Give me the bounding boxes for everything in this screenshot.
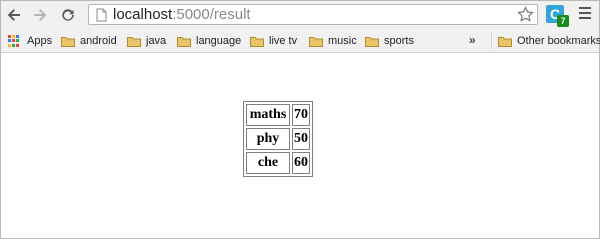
star-icon[interactable]	[517, 6, 534, 23]
bookmark-label: java	[146, 35, 167, 47]
bookmark-apps-label: Apps	[27, 35, 53, 47]
bookmarks-overflow-chevron[interactable]: »	[469, 33, 476, 47]
table-row: phy 50	[246, 128, 310, 150]
bookmark-folder-language[interactable]: language	[177, 34, 241, 48]
page-icon	[94, 8, 108, 22]
folder-icon	[309, 36, 323, 47]
reload-icon[interactable]	[58, 5, 78, 25]
forward-arrow-icon[interactable]	[30, 5, 50, 25]
bookmark-label: language	[196, 35, 242, 47]
bookmark-folder-java[interactable]: java	[127, 34, 166, 48]
bookmark-label: android	[80, 35, 117, 47]
extension-badge: 7	[557, 15, 569, 27]
marks-cell: 50	[292, 128, 310, 150]
menu-icon[interactable]	[578, 7, 592, 21]
folder-icon	[127, 36, 141, 47]
bookmarks-separator	[491, 33, 492, 49]
browser-window: localhost:5000/result C 7 Apps android j…	[0, 0, 600, 239]
marks-cell: 70	[292, 104, 310, 126]
bookmark-folder-sports[interactable]: sports	[365, 34, 414, 48]
url-path: :5000/result	[172, 6, 251, 23]
url-host: localhost	[113, 6, 173, 23]
folder-icon	[250, 36, 264, 47]
subject-cell: maths	[246, 104, 290, 126]
bookmark-label: music	[328, 35, 357, 47]
folder-icon	[498, 36, 512, 47]
bookmark-folder-live-tv[interactable]: live tv	[250, 34, 297, 48]
apps-grid-icon	[8, 35, 20, 47]
bookmark-folder-android[interactable]: android	[61, 34, 117, 48]
extension-button[interactable]: C 7	[546, 5, 570, 27]
bookmark-folder-music[interactable]: music	[309, 34, 357, 48]
table-row: maths 70	[246, 104, 310, 126]
bookmark-label: sports	[384, 35, 414, 47]
bookmark-label: Other bookmarks	[517, 35, 600, 47]
subject-cell: che	[246, 152, 290, 174]
url-text: localhost:5000/result	[113, 6, 251, 23]
folder-icon	[365, 36, 379, 47]
bookmark-apps[interactable]: Apps	[8, 34, 52, 48]
folder-icon	[61, 36, 75, 47]
back-arrow-icon[interactable]	[4, 5, 24, 25]
page-content: maths 70 phy 50 che 60	[1, 53, 599, 238]
address-bar[interactable]: localhost:5000/result	[88, 4, 538, 25]
marks-cell: 60	[292, 152, 310, 174]
folder-icon	[177, 36, 191, 47]
bookmark-folder-other[interactable]: Other bookmarks	[498, 34, 600, 48]
browser-toolbar: localhost:5000/result C 7	[1, 1, 599, 30]
result-table: maths 70 phy 50 che 60	[243, 101, 313, 177]
bookmarks-bar: Apps android java language live tv music…	[1, 30, 600, 53]
subject-cell: phy	[246, 128, 290, 150]
table-row: che 60	[246, 152, 310, 174]
bookmark-label: live tv	[269, 35, 298, 47]
